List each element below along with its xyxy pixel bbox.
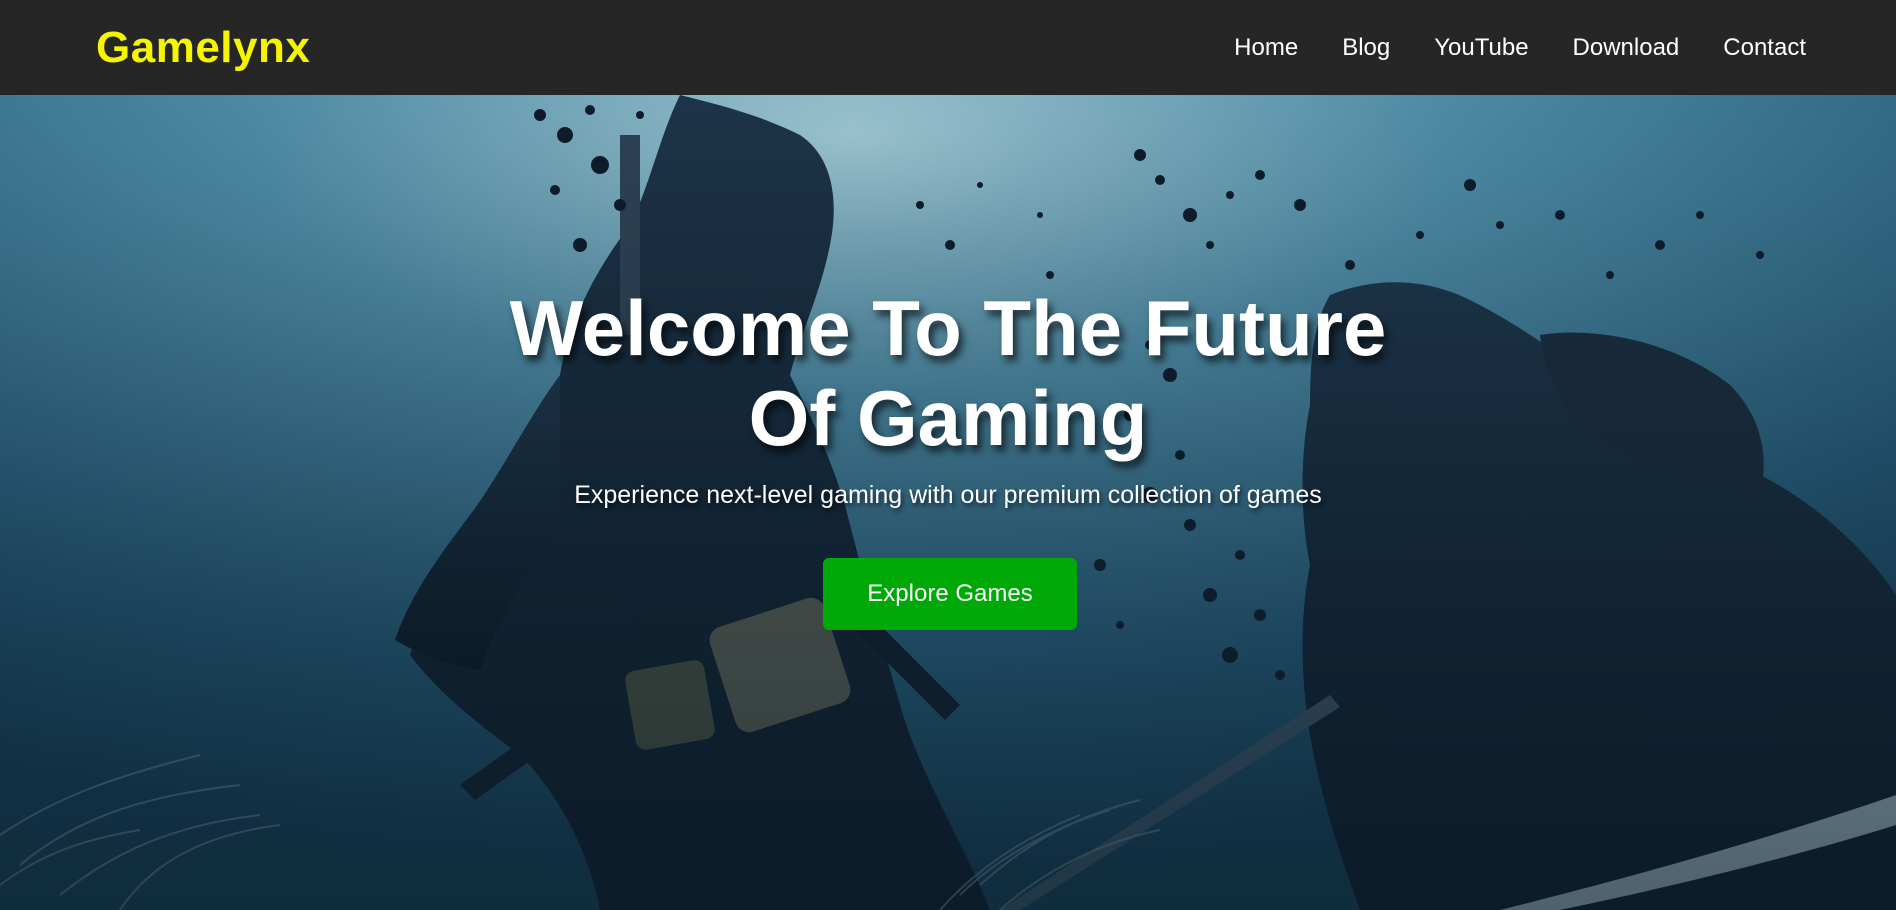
- nav-item-contact: Contact: [1679, 34, 1806, 62]
- nav-link-contact[interactable]: Contact: [1679, 34, 1806, 62]
- nav-links: Home Blog YouTube Download Contact: [1190, 34, 1806, 62]
- nav-link-youtube[interactable]: YouTube: [1390, 34, 1528, 62]
- nav-item-youtube: YouTube: [1390, 34, 1528, 62]
- nav-link-blog[interactable]: Blog: [1298, 34, 1390, 62]
- nav-item-download: Download: [1529, 34, 1680, 62]
- hero-title-line-1: Welcome To The Future: [509, 284, 1387, 372]
- hero-section: Welcome To The Future Of Gaming Experien…: [0, 95, 1896, 910]
- nav-link-download[interactable]: Download: [1529, 34, 1680, 62]
- nav-item-home: Home: [1190, 34, 1298, 62]
- hero-subtitle: Experience next-level gaming with our pr…: [574, 481, 1322, 509]
- nav-link-home[interactable]: Home: [1190, 34, 1298, 62]
- main-nav: Home Blog YouTube Download Contact: [1190, 34, 1806, 62]
- explore-games-button[interactable]: Explore Games: [823, 558, 1077, 630]
- brand-logo[interactable]: Gamelynx: [96, 23, 310, 73]
- hero-title-line-2: Of Gaming: [748, 374, 1148, 462]
- nav-item-blog: Blog: [1298, 34, 1390, 62]
- top-navbar: Gamelynx Home Blog YouTube Download Cont…: [0, 0, 1896, 95]
- hero-title: Welcome To The Future Of Gaming: [448, 283, 1448, 463]
- hero-content: Welcome To The Future Of Gaming Experien…: [0, 95, 1896, 910]
